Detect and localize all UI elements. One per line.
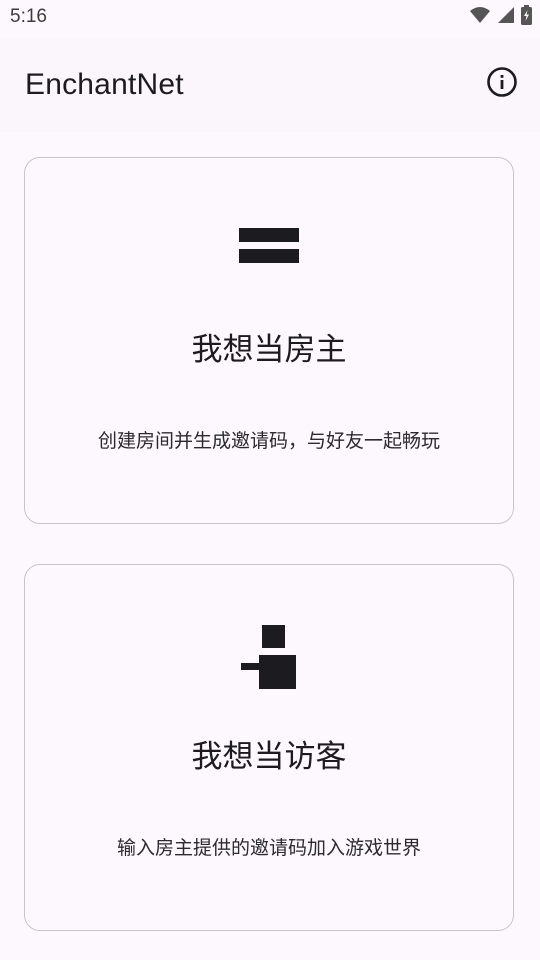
host-card-title: 我想当房主 xyxy=(191,332,347,368)
host-card-description: 创建房间并生成邀请码，与好友一起畅玩 xyxy=(97,430,440,452)
host-icon-wrap xyxy=(25,218,513,270)
host-icon xyxy=(238,218,300,270)
status-bar: 5:16 xyxy=(0,0,540,38)
info-button[interactable] xyxy=(484,66,520,102)
guest-card[interactable]: 我想当访客 输入房主提供的邀请码加入游戏世界 xyxy=(24,564,514,931)
info-icon xyxy=(486,66,518,102)
app-bar: EnchantNet xyxy=(0,38,540,132)
status-icons xyxy=(469,5,532,29)
app-title: EnchantNet xyxy=(25,68,184,101)
wifi-icon xyxy=(469,5,491,29)
guest-icon xyxy=(239,625,299,695)
guest-icon-wrap xyxy=(25,625,513,695)
status-time: 5:16 xyxy=(10,6,47,27)
battery-charging-icon xyxy=(521,5,532,29)
guest-card-description: 输入房主提供的邀请码加入游戏世界 xyxy=(116,837,421,859)
guest-card-title: 我想当访客 xyxy=(191,739,347,775)
cellular-icon xyxy=(497,6,515,28)
host-card[interactable]: 我想当房主 创建房间并生成邀请码，与好友一起畅玩 xyxy=(24,157,514,524)
